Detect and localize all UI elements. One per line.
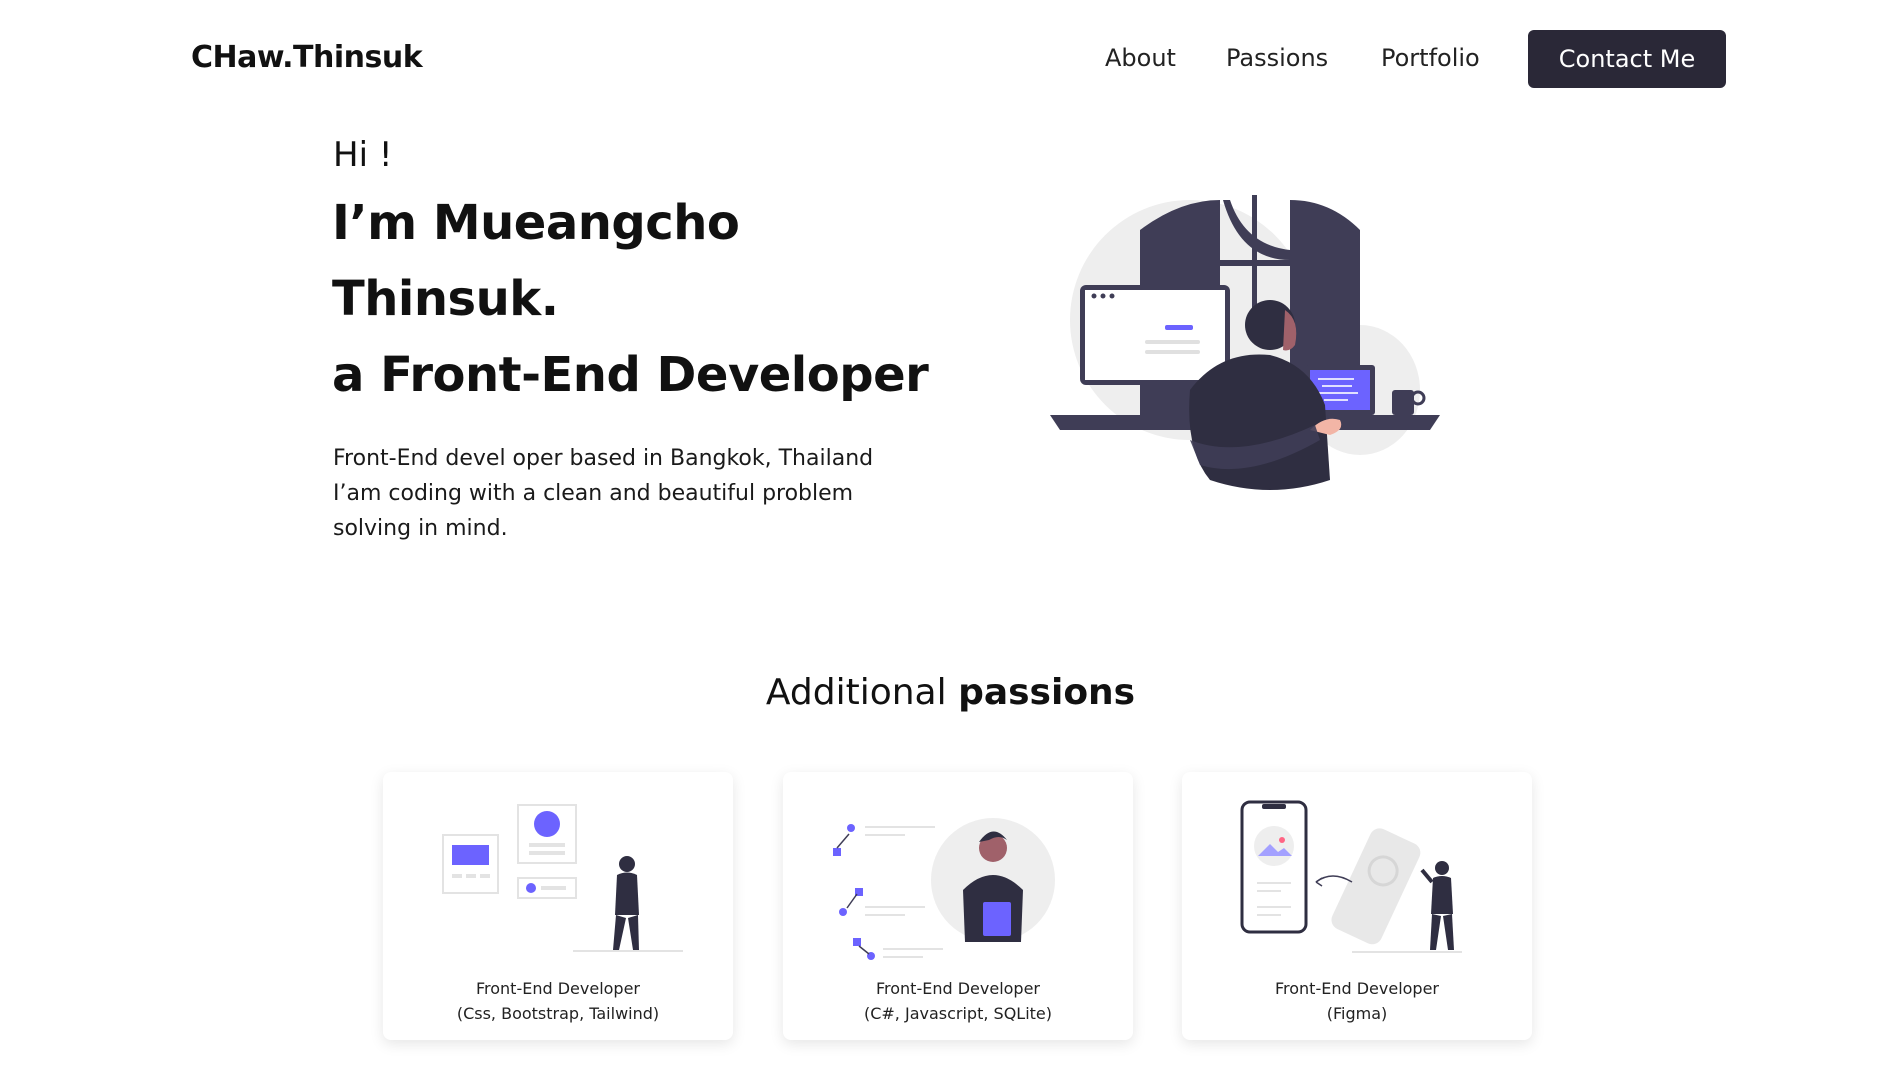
developer-at-desk-illustration [1050, 195, 1440, 490]
passions-heading: Additional passions [0, 672, 1901, 713]
passion-card-title: Front-End Developer [1274, 979, 1440, 998]
hero-description-line: Front-End devel oper based in Bangkok, T… [333, 446, 874, 471]
web-layout-icon [442, 804, 683, 952]
passion-card-subtitle: (C#, Javascript, SQLite) [863, 1004, 1052, 1023]
hero-title-line: Thinsuk. [332, 271, 559, 327]
nav-link-passions[interactable]: Passions [1226, 44, 1328, 72]
passion-card-csharp[interactable]: Front-End Developer (C#, Javascript, SQL… [783, 772, 1133, 1040]
page: CHaw.Thinsuk About Passions Portfolio Co… [0, 0, 1901, 1080]
hero-greeting: Hi ! [333, 135, 393, 175]
hero-title: I’m Mueangcho Thinsuk. a Front-End Devel… [332, 185, 929, 413]
nav-link-about[interactable]: About [1105, 44, 1176, 72]
passion-card-text: Front-End Developer (Figma) [1182, 976, 1532, 1026]
passion-card-subtitle: (Figma) [1326, 1004, 1388, 1023]
passion-card-subtitle: (Css, Bootstrap, Tailwind) [456, 1004, 660, 1023]
contact-me-button[interactable]: Contact Me [1528, 30, 1726, 88]
passion-card-figma[interactable]: Front-End Developer (Figma) [1182, 772, 1532, 1040]
brand-logo[interactable]: CHaw.Thinsuk [191, 40, 423, 75]
passion-card-title: Front-End Developer [475, 979, 641, 998]
developer-steps-icon [833, 818, 1055, 960]
hero-description: Front-End devel oper based in Bangkok, T… [333, 441, 933, 546]
passion-card-css[interactable]: Front-End Developer (Css, Bootstrap, Tai… [383, 772, 733, 1040]
nav-link-portfolio[interactable]: Portfolio [1381, 44, 1480, 72]
hero-title-line: I’m Mueangcho [332, 195, 740, 251]
hero-title-line: a Front-End Developer [332, 347, 929, 403]
passion-card-title: Front-End Developer [875, 979, 1041, 998]
passion-card-text: Front-End Developer (C#, Javascript, SQL… [783, 976, 1133, 1026]
navbar: CHaw.Thinsuk About Passions Portfolio Co… [0, 0, 1901, 118]
hero-description-line: solving in mind. [333, 516, 508, 541]
passions-heading-light: Additional [765, 672, 947, 713]
hero-description-line: I’am coding with a clean and beautiful p… [333, 481, 854, 506]
passions-heading-bold: passions [958, 672, 1136, 713]
passion-card-text: Front-End Developer (Css, Bootstrap, Tai… [383, 976, 733, 1026]
mobile-design-icon [1240, 800, 1462, 953]
